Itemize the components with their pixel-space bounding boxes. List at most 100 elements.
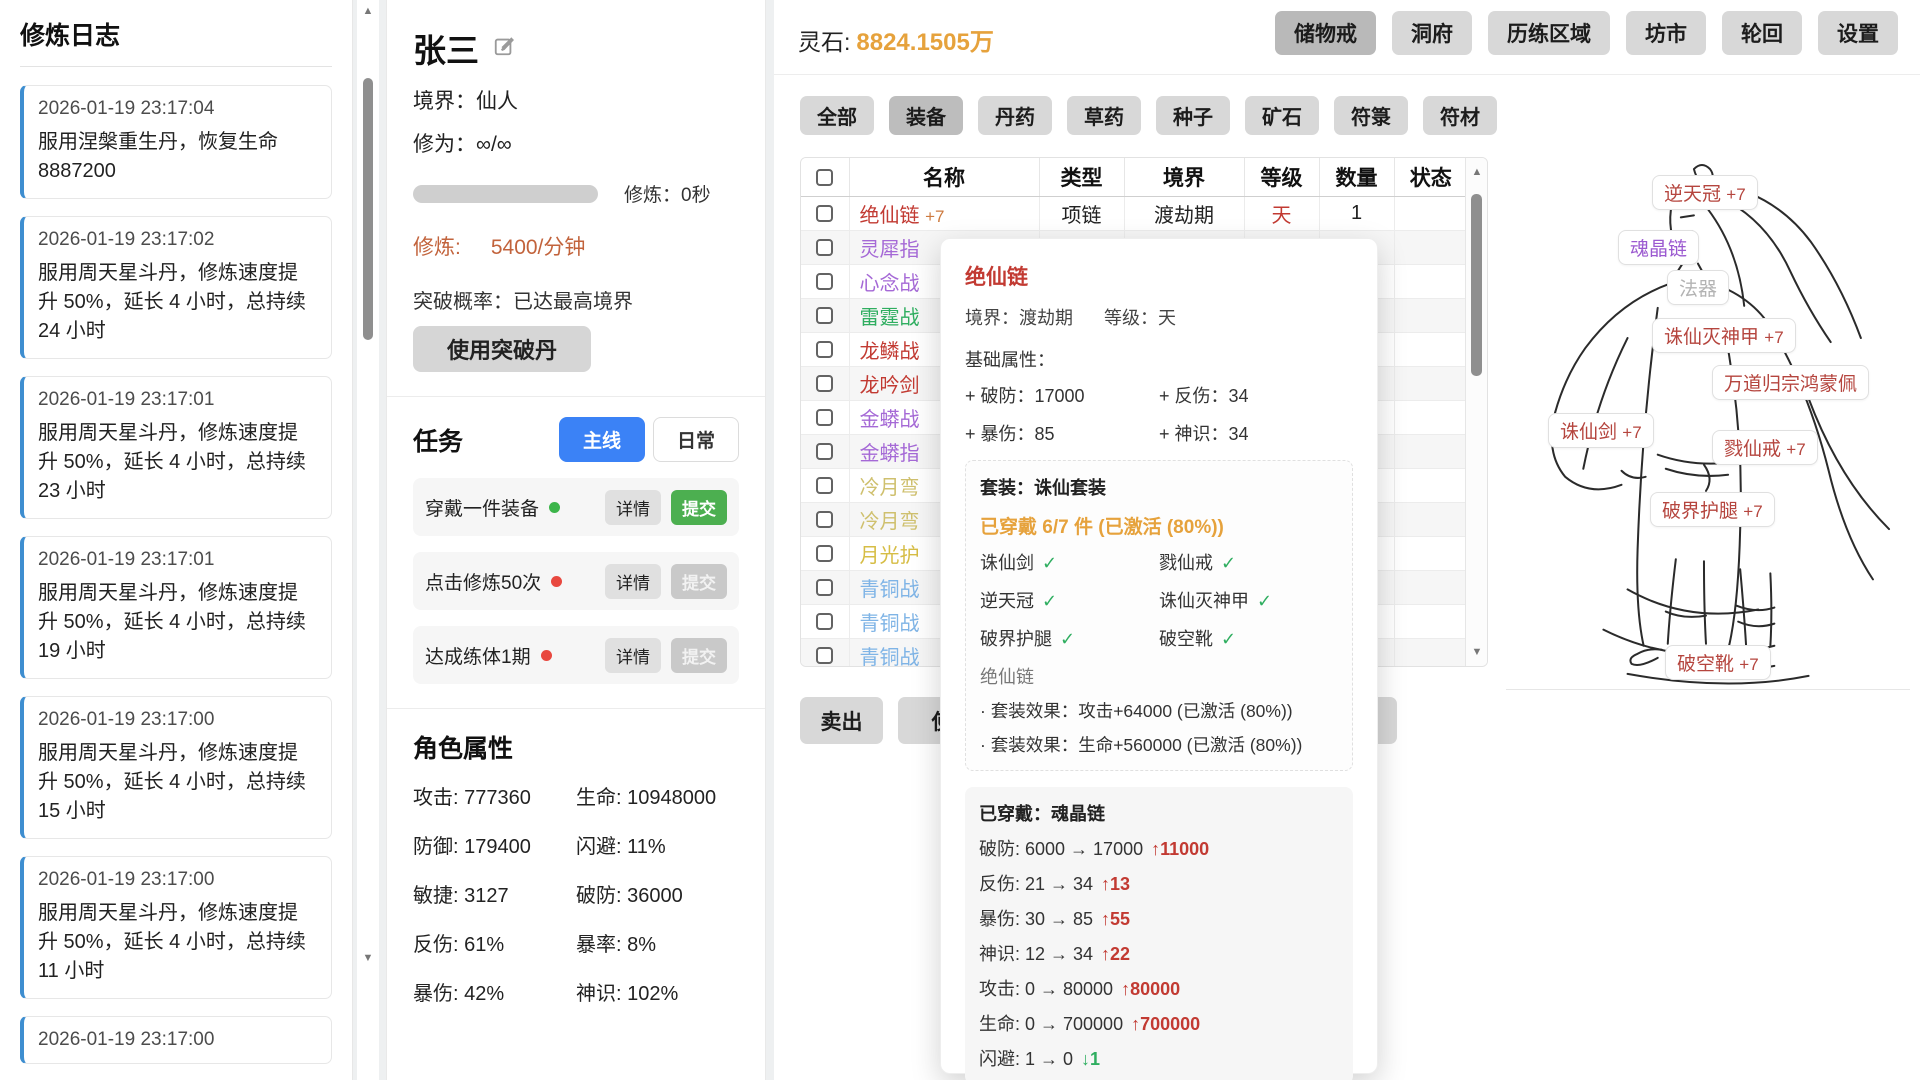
nav-button-储物戒[interactable]: 储物戒 [1275,11,1376,55]
row-checkbox[interactable] [816,375,833,392]
use-breakthrough-pill-button[interactable]: 使用突破丹 [413,326,591,372]
tooltip-compare-box: 已穿戴：魂晶链 破防: 6000 → 17000↑11000反伤: 21 → 3… [965,787,1353,1080]
row-check-cell [801,468,849,502]
table-row[interactable]: 绝仙链 +7 项链 渡劫期 天 1 [801,196,1467,230]
nav-button-历练区域[interactable]: 历练区域 [1488,11,1610,55]
log-scrollbar[interactable]: ▲ ▼ [357,0,379,1080]
set-piece-破空靴: 破空靴✓ [1159,625,1338,651]
task-detail-button[interactable]: 详情 [605,564,661,599]
tasks-title: 任务 [413,422,463,458]
equip-badge-weapon[interactable]: 诛仙剑 +7 [1548,413,1654,448]
filter-button-草药[interactable]: 草药 [1067,96,1141,135]
filter-button-符材[interactable]: 符材 [1423,96,1497,135]
rate-label: 修炼: [413,236,461,259]
filter-button-符箓[interactable]: 符箓 [1334,96,1408,135]
set-piece-破界护腿: 破界护腿✓ [980,625,1159,651]
attribute-破防: 破防: 36000 [576,879,739,908]
nav-button-洞府[interactable]: 洞府 [1392,11,1472,55]
equip-badge-armor[interactable]: 诛仙灭神甲 +7 [1652,318,1796,353]
realm-label: 境界： [413,90,476,113]
log-entry: 2026-01-19 23:17:01服用周天星斗丹，修炼速度提升 50%，延长… [20,376,332,519]
row-checkbox[interactable] [816,273,833,290]
row-checkbox[interactable] [816,579,833,596]
row-checkbox[interactable] [816,443,833,460]
nav-button-轮回[interactable]: 轮回 [1722,11,1802,55]
sell-button[interactable]: 卖出 [800,697,883,744]
equip-badge-legs[interactable]: 破界护腿 +7 [1650,492,1775,527]
row-checkbox[interactable] [816,239,833,256]
cultivation-label: 修为： [413,133,476,156]
filter-button-种子[interactable]: 种子 [1156,96,1230,135]
task-submit-button[interactable]: 提交 [671,490,727,525]
task-submit-button[interactable]: 提交 [671,564,727,599]
set-pieces: 诛仙剑✓戮仙戒✓逆天冠✓诛仙灭神甲✓破界护腿✓破空靴✓绝仙链 [980,549,1338,689]
select-all-checkbox[interactable] [816,169,833,186]
scrollbar-thumb[interactable] [1471,194,1482,376]
equip-badge-artifact[interactable]: 法器 [1667,270,1729,305]
attributes-title: 角色属性 [413,729,739,765]
scroll-down-icon[interactable]: ▼ [1466,646,1488,658]
item-status-cell [1394,230,1467,264]
item-realm-cell: 渡劫期 [1124,196,1244,230]
character-name: 张三 [413,24,479,72]
compare-title: 已穿戴：魂晶链 [979,800,1339,826]
equip-badge-pendant[interactable]: 万道归宗鸿蒙佩 [1712,365,1869,400]
row-checkbox[interactable] [816,545,833,562]
equip-badge-crown[interactable]: 逆天冠 +7 [1652,175,1758,210]
log-entry-text: 服用涅槃重生丹，恢复生命 8887200 [38,128,317,186]
task-detail-button[interactable]: 详情 [605,490,661,525]
log-entry-time: 2026-01-19 23:17:00 [38,869,317,891]
spirit-stone-label: 灵石: [798,29,850,55]
select-all-cell [801,158,849,196]
edit-name-icon[interactable] [493,35,515,62]
task-detail-button[interactable]: 详情 [605,638,661,673]
rate-value: 5400/分钟 [491,236,586,259]
row-checkbox[interactable] [816,205,833,222]
row-checkbox[interactable] [816,613,833,630]
inventory-scrollbar[interactable]: ▲ ▼ [1465,158,1487,666]
set-piece-诛仙灭神甲: 诛仙灭神甲✓ [1159,587,1338,613]
task-item: 点击修炼50次 详情 提交 [413,552,739,610]
task-submit-button[interactable]: 提交 [671,638,727,673]
filter-button-丹药[interactable]: 丹药 [978,96,1052,135]
tooltip-realm-label: 境界： [965,308,1019,328]
compare-row-反伤: 反伤: 21 → 34↑13 [979,870,1339,896]
log-entry: 2026-01-19 23:17:04服用涅槃重生丹，恢复生命 8887200 [20,85,332,199]
scroll-up-icon[interactable]: ▲ [357,5,379,17]
attribute-grid: 攻击: 777360生命: 10948000防御: 179400闪避: 11%敏… [413,781,739,1006]
set-name: 套装：诛仙套装 [980,474,1338,500]
filter-button-全部[interactable]: 全部 [800,96,874,135]
task-status-dot [551,576,562,587]
equip-badge-necklace[interactable]: 魂晶链 [1618,230,1699,265]
filter-button-矿石[interactable]: 矿石 [1245,96,1319,135]
row-checkbox[interactable] [816,307,833,324]
compare-row-暴伤: 暴伤: 30 → 85↑55 [979,905,1339,931]
equip-badge-ring[interactable]: 戮仙戒 +7 [1712,430,1818,465]
compare-row-闪避: 闪避: 1 → 0↓1 [979,1045,1339,1071]
scroll-up-icon[interactable]: ▲ [1466,166,1488,178]
tooltip-stat-破防: + 破防：17000 [965,382,1159,408]
compare-row-攻击: 攻击: 0 → 80000↑80000 [979,975,1339,1001]
compare-row-神识: 神识: 12 → 34↑22 [979,940,1339,966]
item-status-cell [1394,196,1467,230]
task-tab-日常[interactable]: 日常 [653,417,739,462]
realm-value: 仙人 [476,90,518,113]
nav-button-设置[interactable]: 设置 [1818,11,1898,55]
task-tab-主线[interactable]: 主线 [559,417,645,462]
scrollbar-thumb[interactable] [363,78,373,340]
item-type-cell: 项链 [1039,196,1124,230]
filter-button-装备[interactable]: 装备 [889,96,963,135]
nav-button-坊市[interactable]: 坊市 [1626,11,1706,55]
row-checkbox[interactable] [816,647,833,664]
equip-badge-boots[interactable]: 破空靴 +7 [1665,645,1771,680]
row-checkbox[interactable] [816,341,833,358]
row-checkbox[interactable] [816,511,833,528]
row-checkbox[interactable] [816,409,833,426]
cultivation-rate: 修炼: 5400/分钟 [413,231,739,261]
row-checkbox[interactable] [816,477,833,494]
item-status-cell [1394,536,1467,570]
log-entry: 2026-01-19 23:17:02服用周天星斗丹，修炼速度提升 50%，延长… [20,216,332,359]
top-nav: 储物戒洞府历练区域坊市轮回设置 [1275,11,1898,55]
tooltip-realm-line: 境界：渡劫期 等级：天 [965,304,1353,330]
scroll-down-icon[interactable]: ▼ [357,952,379,964]
